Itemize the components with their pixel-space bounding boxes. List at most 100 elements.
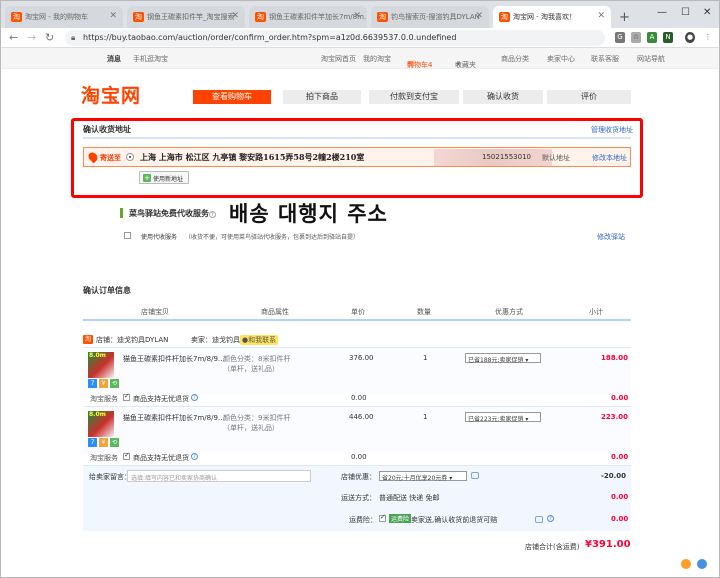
back-icon[interactable]: ← <box>9 31 18 44</box>
seller-name[interactable]: 卖家：迪戈钓具 <box>191 335 240 345</box>
translate-icon[interactable]: G <box>615 32 625 43</box>
chevron-down-icon: ▾ <box>525 357 529 364</box>
station-option-label: 使用代收服务 <box>141 234 178 241</box>
nav-site-map[interactable]: 网站导航 <box>637 54 665 64</box>
col-quantity: 数量 <box>417 308 431 316</box>
order-item-row: 8.0m 7 ¥ ⟲ 猫鱼王碳素扣件杆加长7m/8/9… 颜色分类：9米扣件杆（… <box>83 406 631 454</box>
forward-icon[interactable]: → <box>27 31 36 44</box>
message-input[interactable]: 选填:填写内容已和卖家协商确认 <box>127 470 311 482</box>
comment-icon[interactable] <box>471 472 479 479</box>
taobao-favicon: 淘 <box>499 12 510 22</box>
service-price: 0.00 <box>351 453 367 461</box>
close-icon[interactable]: ✕ <box>231 11 239 21</box>
nav-categories[interactable]: 商品分类 <box>501 54 529 64</box>
lock-icon: 🔒︎ <box>71 33 76 42</box>
taobao-favicon: 淘 <box>133 12 144 22</box>
help-icon[interactable]: ? <box>547 515 554 522</box>
site-top-nav: 消息 手机逛淘宝 淘宝网首页 我的淘宝 🛒︎ 购物车4 ★ 收藏夹 商品分类 卖家中… <box>1 48 719 69</box>
maximize-icon[interactable]: ☐ <box>681 7 690 18</box>
chevron-down-icon: ▾ <box>525 416 529 423</box>
coupon-select[interactable]: 省20元:十月优享20元券 ▾ <box>379 471 467 482</box>
item-subtotal: 188.00 <box>601 354 629 362</box>
order-progress: 查看购物车 拍下商品 付款到支付宝 确认收货 评价 <box>193 90 631 104</box>
check-icon: ✓ <box>380 513 386 521</box>
insurance-badge: 运费险 <box>389 514 412 523</box>
service-label: 淘宝服务 <box>90 395 118 403</box>
product-title[interactable]: 猫鱼王碳素扣件杆加长7m/8/9… <box>123 413 225 423</box>
browser-tab-3[interactable]: 淘钢鱼王碳素扣件竿加长7m/8m… ✕ <box>249 6 367 28</box>
col-attributes: 商品属性 <box>261 308 289 316</box>
shop-icon: 淘 <box>83 335 93 344</box>
service-value: 商品支持无忧退货 <box>133 454 189 462</box>
star-icon[interactable]: ☆ <box>631 32 641 43</box>
service-subtotal: 0.00 <box>611 394 629 402</box>
browser-tab-4[interactable]: 淘钓鸟搜索页-搜渲钓具DYLAN ✕ <box>371 6 489 28</box>
product-thumbnail[interactable]: 8.0m <box>88 352 114 378</box>
window-close-icon[interactable]: ✕ <box>703 7 711 18</box>
nav-home[interactable]: 淘宝网首页 <box>321 54 356 64</box>
total-price: ¥391.00 <box>585 539 631 550</box>
service-price: 0.00 <box>351 394 367 402</box>
close-icon[interactable]: ✕ <box>475 11 483 21</box>
unit-price: 376.00 <box>349 354 374 362</box>
browser-tab-1[interactable]: 淘淘宝网 - 我的购物车 ✕ <box>5 6 123 28</box>
station-checkbox[interactable] <box>124 232 131 239</box>
nav-messages[interactable]: 消息 <box>107 54 121 64</box>
service-checkbox[interactable]: ✓ <box>123 451 130 460</box>
total-label: 店铺合计(含运费) <box>525 543 580 551</box>
unit-price: 446.00 <box>349 413 374 421</box>
nav-seller-center[interactable]: 卖家中心 <box>547 54 575 64</box>
station-option-desc: （收货不便，可使用菜鸟驿站代收服务，包裹到达后到驿站自提） <box>185 234 360 241</box>
contact-seller-button[interactable]: ●和我联系 <box>240 335 279 345</box>
insurance-checkbox[interactable]: ✓ <box>379 513 386 522</box>
menu-icon[interactable]: ⋮ <box>703 32 713 43</box>
coupon-label: 店铺优惠： <box>341 473 376 481</box>
comment-icon[interactable] <box>535 516 543 523</box>
browser-tab-2[interactable]: 淘钢鱼王碳素扣件竿_淘宝搜索 ✕ <box>127 6 245 28</box>
nav-mobile[interactable]: 手机逛淘宝 <box>133 54 168 64</box>
extension-n-icon[interactable]: N <box>663 32 673 43</box>
step-view-cart: 查看购物车 <box>193 90 271 104</box>
help-icon[interactable]: ? <box>191 394 198 401</box>
taobao-logo[interactable]: 淘宝网 <box>81 81 141 108</box>
new-tab-icon[interactable]: + <box>619 10 630 25</box>
nav-contact[interactable]: 联系客服 <box>591 54 619 64</box>
message-label: 给卖家留言： <box>89 473 131 481</box>
service-label: 淘宝服务 <box>90 454 118 462</box>
nav-my-taobao[interactable]: 我的淘宝 <box>363 54 391 64</box>
order-section-title: 确认订单信息 <box>83 286 131 295</box>
modify-station-link[interactable]: 修改驿站 <box>597 232 625 242</box>
chevron-down-icon: ▾ <box>449 475 453 482</box>
tag-return-icon: ⟲ <box>110 438 119 447</box>
product-attributes: 颜色分类：9米扣件杆（单杆，送礼品） <box>223 414 291 432</box>
col-subtotal: 小计 <box>589 308 603 316</box>
quantity: 1 <box>423 413 428 421</box>
shop-name[interactable]: 店铺：迪戈钓具DYLAN <box>96 335 168 345</box>
section-accent <box>120 208 123 218</box>
tag-pay-icon: ¥ <box>99 438 108 447</box>
close-icon[interactable]: ✕ <box>353 11 361 21</box>
discount-select[interactable]: 已省188元:卖家促销 ▾ <box>465 353 541 364</box>
profile-icon[interactable]: ● <box>685 32 695 43</box>
help-icon[interactable]: ? <box>209 211 216 218</box>
chat-float-icon[interactable] <box>697 559 707 569</box>
close-icon[interactable]: ✕ <box>109 11 117 21</box>
reload-icon[interactable]: ↻ <box>45 31 54 44</box>
feedback-icon[interactable] <box>681 559 691 569</box>
order-item-row: 8.0m 7 ¥ ⟲ 猫鱼王碳素扣件杆加长7m/8/9… 颜色分类：8米扣件杆（… <box>83 347 631 395</box>
discount-select[interactable]: 已省223元:卖家促销 ▾ <box>465 412 541 423</box>
close-icon[interactable]: ✕ <box>597 11 605 21</box>
taobao-favicon: 淘 <box>377 12 388 22</box>
table-divider <box>83 319 631 321</box>
url-field[interactable]: 🔒︎ https://buy.taobao.com/auction/order/c… <box>65 30 605 46</box>
service-subtotal: 0.00 <box>611 453 629 461</box>
product-thumbnail[interactable]: 8.0m <box>88 411 114 437</box>
help-icon[interactable]: ? <box>191 453 198 460</box>
product-title[interactable]: 猫鱼王碳素扣件杆加长7m/8/9… <box>123 354 225 364</box>
col-discount: 优惠方式 <box>495 308 523 316</box>
browser-tab-5[interactable]: 淘淘宝网 - 淘我喜欢！ ✕ <box>493 6 611 28</box>
service-checkbox[interactable]: ✓ <box>123 392 130 401</box>
extension-icon[interactable]: A <box>647 32 657 43</box>
minimize-icon[interactable]: — <box>657 7 667 18</box>
insurance-label: 运费险： <box>349 516 377 524</box>
